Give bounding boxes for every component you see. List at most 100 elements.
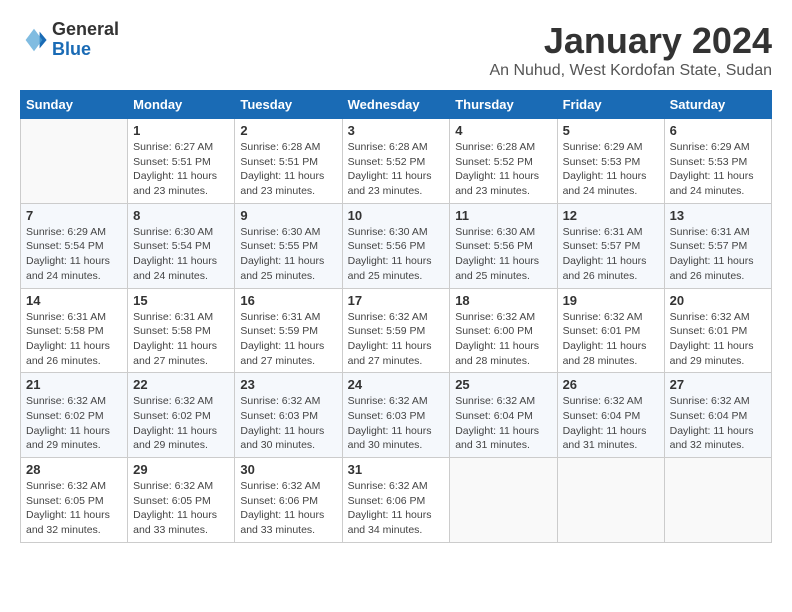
logo-line2: Blue [52, 40, 119, 60]
day-number: 7 [26, 208, 122, 223]
day-number: 8 [133, 208, 229, 223]
day-cell: 11 Sunrise: 6:30 AM Sunset: 5:56 PM Dayli… [450, 203, 557, 288]
day-info: Sunrise: 6:32 AM Sunset: 6:05 PM Dayligh… [26, 479, 122, 538]
day-number: 13 [670, 208, 766, 223]
day-cell [21, 119, 128, 204]
day-info: Sunrise: 6:28 AM Sunset: 5:51 PM Dayligh… [240, 140, 336, 199]
header-row: SundayMondayTuesdayWednesdayThursdayFrid… [21, 91, 772, 119]
day-cell: 12 Sunrise: 6:31 AM Sunset: 5:57 PM Dayli… [557, 203, 664, 288]
day-info: Sunrise: 6:31 AM Sunset: 5:58 PM Dayligh… [133, 310, 229, 369]
day-cell: 4 Sunrise: 6:28 AM Sunset: 5:52 PM Daylig… [450, 119, 557, 204]
week-row-2: 7 Sunrise: 6:29 AM Sunset: 5:54 PM Daylig… [21, 203, 772, 288]
day-cell: 26Sunrise: 6:32 AM Sunset: 6:04 PM Dayli… [557, 373, 664, 458]
day-cell: 13 Sunrise: 6:31 AM Sunset: 5:57 PM Dayli… [664, 203, 771, 288]
day-cell: 21Sunrise: 6:32 AM Sunset: 6:02 PM Dayli… [21, 373, 128, 458]
day-number: 26 [563, 377, 659, 392]
logo: General Blue [20, 20, 119, 60]
day-info: Sunrise: 6:31 AM Sunset: 5:57 PM Dayligh… [670, 225, 766, 284]
day-cell [557, 458, 664, 543]
day-info: Sunrise: 6:30 AM Sunset: 5:56 PM Dayligh… [348, 225, 445, 284]
day-cell: 30Sunrise: 6:32 AM Sunset: 6:06 PM Dayli… [235, 458, 342, 543]
day-cell: 25 Sunrise: 6:32 AM Sunset: 6:04 PM Dayli… [450, 373, 557, 458]
day-number: 11 [455, 208, 551, 223]
day-number: 15 [133, 293, 229, 308]
day-info: Sunrise: 6:30 AM Sunset: 5:55 PM Dayligh… [240, 225, 336, 284]
day-cell: 15 Sunrise: 6:31 AM Sunset: 5:58 PM Dayli… [128, 288, 235, 373]
day-cell: 16 Sunrise: 6:31 AM Sunset: 5:59 PM Dayli… [235, 288, 342, 373]
column-header-tuesday: Tuesday [235, 91, 342, 119]
column-header-thursday: Thursday [450, 91, 557, 119]
column-header-wednesday: Wednesday [342, 91, 450, 119]
day-cell: 7 Sunrise: 6:29 AM Sunset: 5:54 PM Daylig… [21, 203, 128, 288]
day-info: Sunrise: 6:29 AM Sunset: 5:54 PM Dayligh… [26, 225, 122, 284]
day-info: Sunrise: 6:32 AM Sunset: 6:00 PM Dayligh… [455, 310, 551, 369]
day-info: Sunrise: 6:31 AM Sunset: 5:59 PM Dayligh… [240, 310, 336, 369]
page-header: General Blue January 2024 An Nuhud, West… [20, 20, 772, 80]
day-number: 31 [348, 462, 445, 477]
day-info: Sunrise: 6:28 AM Sunset: 5:52 PM Dayligh… [348, 140, 445, 199]
day-info: Sunrise: 6:32 AM Sunset: 6:03 PM Dayligh… [240, 394, 336, 453]
day-cell: 3 Sunrise: 6:28 AM Sunset: 5:52 PM Daylig… [342, 119, 450, 204]
day-cell: 24Sunrise: 6:32 AM Sunset: 6:03 PM Dayli… [342, 373, 450, 458]
day-cell: 18 Sunrise: 6:32 AM Sunset: 6:00 PM Dayli… [450, 288, 557, 373]
title-block: January 2024 An Nuhud, West Kordofan Sta… [489, 20, 772, 80]
day-info: Sunrise: 6:27 AM Sunset: 5:51 PM Dayligh… [133, 140, 229, 199]
day-cell: 17Sunrise: 6:32 AM Sunset: 5:59 PM Dayli… [342, 288, 450, 373]
day-number: 21 [26, 377, 122, 392]
day-number: 27 [670, 377, 766, 392]
day-info: Sunrise: 6:28 AM Sunset: 5:52 PM Dayligh… [455, 140, 551, 199]
day-number: 6 [670, 123, 766, 138]
day-number: 19 [563, 293, 659, 308]
week-row-1: 1 Sunrise: 6:27 AM Sunset: 5:51 PM Daylig… [21, 119, 772, 204]
day-cell: 28 Sunrise: 6:32 AM Sunset: 6:05 PM Dayli… [21, 458, 128, 543]
day-cell [664, 458, 771, 543]
day-number: 18 [455, 293, 551, 308]
day-number: 12 [563, 208, 659, 223]
day-cell: 8 Sunrise: 6:30 AM Sunset: 5:54 PM Daylig… [128, 203, 235, 288]
day-number: 4 [455, 123, 551, 138]
day-number: 22 [133, 377, 229, 392]
day-number: 16 [240, 293, 336, 308]
day-cell: 10 Sunrise: 6:30 AM Sunset: 5:56 PM Dayli… [342, 203, 450, 288]
day-number: 30 [240, 462, 336, 477]
day-number: 25 [455, 377, 551, 392]
day-number: 23 [240, 377, 336, 392]
location-subtitle: An Nuhud, West Kordofan State, Sudan [489, 62, 772, 80]
day-cell: 23 Sunrise: 6:32 AM Sunset: 6:03 PM Dayli… [235, 373, 342, 458]
day-cell: 19 Sunrise: 6:32 AM Sunset: 6:01 PM Dayli… [557, 288, 664, 373]
day-info: Sunrise: 6:31 AM Sunset: 5:57 PM Dayligh… [563, 225, 659, 284]
day-number: 1 [133, 123, 229, 138]
day-number: 3 [348, 123, 445, 138]
day-cell: 14 Sunrise: 6:31 AM Sunset: 5:58 PM Dayli… [21, 288, 128, 373]
day-info: Sunrise: 6:32 AM Sunset: 6:04 PM Dayligh… [455, 394, 551, 453]
day-number: 28 [26, 462, 122, 477]
column-header-monday: Monday [128, 91, 235, 119]
day-info: Sunrise: 6:30 AM Sunset: 5:56 PM Dayligh… [455, 225, 551, 284]
day-cell: 31 Sunrise: 6:32 AM Sunset: 6:06 PM Dayli… [342, 458, 450, 543]
day-number: 14 [26, 293, 122, 308]
day-info: Sunrise: 6:32 AM Sunset: 6:04 PM Dayligh… [670, 394, 766, 453]
day-number: 24 [348, 377, 445, 392]
day-cell: 29Sunrise: 6:32 AM Sunset: 6:05 PM Dayli… [128, 458, 235, 543]
calendar-table: SundayMondayTuesdayWednesdayThursdayFrid… [20, 90, 772, 543]
logo-line1: General [52, 20, 119, 40]
logo-icon [20, 26, 48, 54]
day-info: Sunrise: 6:32 AM Sunset: 6:06 PM Dayligh… [348, 479, 445, 538]
day-number: 20 [670, 293, 766, 308]
day-info: Sunrise: 6:30 AM Sunset: 5:54 PM Dayligh… [133, 225, 229, 284]
day-cell: 2Sunrise: 6:28 AM Sunset: 5:51 PM Daylig… [235, 119, 342, 204]
day-cell: 27 Sunrise: 6:32 AM Sunset: 6:04 PM Dayli… [664, 373, 771, 458]
day-number: 5 [563, 123, 659, 138]
day-info: Sunrise: 6:31 AM Sunset: 5:58 PM Dayligh… [26, 310, 122, 369]
day-info: Sunrise: 6:29 AM Sunset: 5:53 PM Dayligh… [563, 140, 659, 199]
day-number: 10 [348, 208, 445, 223]
day-cell: 5 Sunrise: 6:29 AM Sunset: 5:53 PM Daylig… [557, 119, 664, 204]
week-row-3: 14 Sunrise: 6:31 AM Sunset: 5:58 PM Dayli… [21, 288, 772, 373]
day-info: Sunrise: 6:32 AM Sunset: 6:01 PM Dayligh… [563, 310, 659, 369]
month-title: January 2024 [489, 20, 772, 62]
week-row-5: 28 Sunrise: 6:32 AM Sunset: 6:05 PM Dayli… [21, 458, 772, 543]
column-header-friday: Friday [557, 91, 664, 119]
day-cell [450, 458, 557, 543]
day-info: Sunrise: 6:32 AM Sunset: 5:59 PM Dayligh… [348, 310, 445, 369]
day-number: 9 [240, 208, 336, 223]
